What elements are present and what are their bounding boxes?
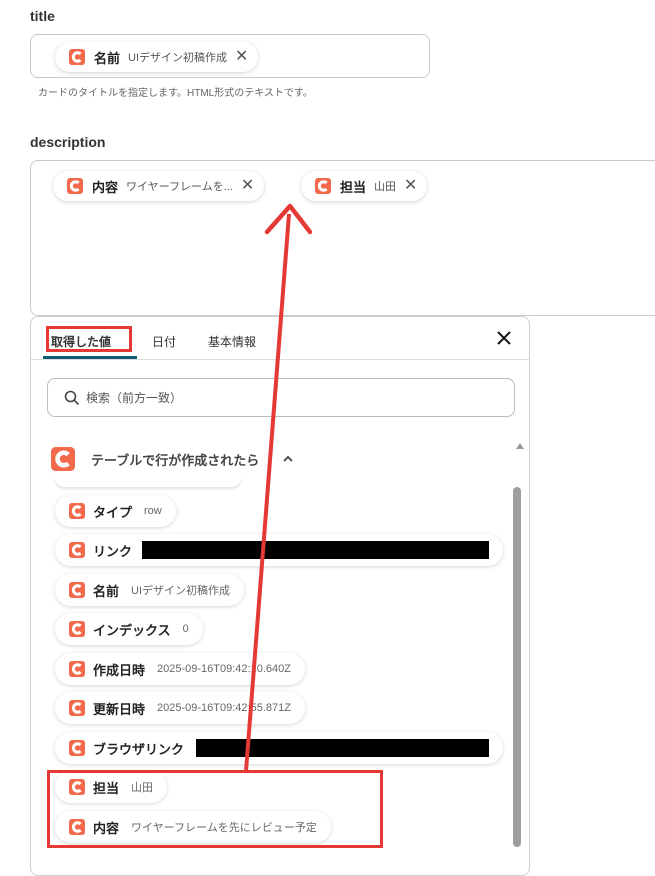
close-icon[interactable]: ✕ — [241, 178, 254, 194]
redacted-value — [196, 739, 489, 757]
title-field[interactable]: 名前 UIデザイン初稿作成 ✕ — [30, 34, 430, 78]
brand-icon — [69, 49, 85, 65]
chip-value: ワイヤーフレームを... — [126, 181, 233, 193]
chip-key: 担当 — [340, 179, 367, 195]
row-value: 2025-09-16T09:42:10.640Z — [157, 663, 291, 675]
tab-basic-info[interactable]: 基本情報 — [208, 333, 256, 350]
title-hint: カードのタイトルを指定します。HTML形式のテキストです。 — [38, 88, 313, 99]
description-chip-assignee[interactable]: 担当 山田 ✕ — [301, 171, 428, 201]
brand-icon — [69, 740, 85, 756]
list-item[interactable]: 名前 UIデザイン初稿作成 — [55, 574, 245, 606]
scrollbar-thumb[interactable] — [513, 487, 521, 847]
title-chip-name[interactable]: 名前 UIデザイン初稿作成 ✕ — [55, 42, 259, 72]
group-title[interactable]: テーブルで行が作成されたら — [91, 450, 259, 469]
row-key: 作成日時 — [93, 662, 146, 678]
description-label: description — [30, 134, 106, 150]
list-item[interactable]: タイプ row — [55, 495, 176, 527]
row-key: リンク — [93, 543, 133, 559]
row-value: 0 — [182, 623, 189, 635]
brand-icon — [315, 178, 331, 194]
row-key: タイプ — [93, 504, 133, 520]
search-icon — [64, 390, 80, 405]
search-input[interactable]: 検索（前方一致） — [47, 378, 515, 417]
row-value: 2025-09-16T09:42:55.871Z — [157, 702, 291, 714]
description-chip-content[interactable]: 内容 ワイヤーフレームを... ✕ — [53, 171, 265, 201]
close-icon[interactable]: ✕ — [235, 49, 248, 65]
chip-value: UIデザイン初稿作成 — [128, 52, 228, 64]
tab-divider — [31, 359, 529, 360]
row-key: インデックス — [93, 622, 171, 638]
row-key: 名前 — [93, 583, 120, 599]
brand-icon — [69, 582, 85, 598]
partial-row — [55, 477, 241, 487]
search-placeholder: 検索（前方一致） — [86, 391, 183, 405]
list-item[interactable]: リンク — [55, 534, 503, 566]
chip-value: 山田 — [374, 181, 397, 193]
scroll-up-arrow[interactable] — [515, 437, 525, 455]
title-label: title — [30, 8, 55, 24]
list-item[interactable]: ブラウザリンク — [55, 732, 503, 764]
list-item[interactable]: インデックス 0 — [55, 613, 203, 645]
brand-icon — [51, 447, 75, 471]
row-key: ブラウザリンク — [93, 741, 185, 757]
list-item[interactable]: 作成日時 2025-09-16T09:42:10.640Z — [55, 653, 305, 685]
highlight-box-rows — [47, 770, 383, 848]
chip-key: 内容 — [92, 179, 119, 195]
redacted-value — [142, 541, 489, 559]
description-field[interactable]: 内容 ワイヤーフレームを... ✕ 担当 山田 ✕ — [30, 160, 655, 316]
brand-icon — [67, 178, 83, 194]
highlight-box-tab — [46, 326, 132, 352]
list-item[interactable]: 更新日時 2025-09-16T09:42:55.871Z — [55, 692, 305, 724]
tab-date[interactable]: 日付 — [152, 333, 176, 350]
chip-key: 名前 — [94, 50, 121, 66]
row-value: row — [144, 505, 162, 517]
brand-icon — [69, 661, 85, 677]
brand-icon — [69, 503, 85, 519]
chevron-up-icon[interactable] — [281, 452, 295, 471]
close-icon[interactable]: ✕ — [404, 178, 417, 194]
brand-icon — [69, 621, 85, 637]
close-icon[interactable] — [495, 329, 513, 347]
row-key: 更新日時 — [93, 701, 146, 717]
brand-icon — [69, 700, 85, 716]
row-value: UIデザイン初稿作成 — [131, 585, 231, 597]
brand-icon — [69, 542, 85, 558]
